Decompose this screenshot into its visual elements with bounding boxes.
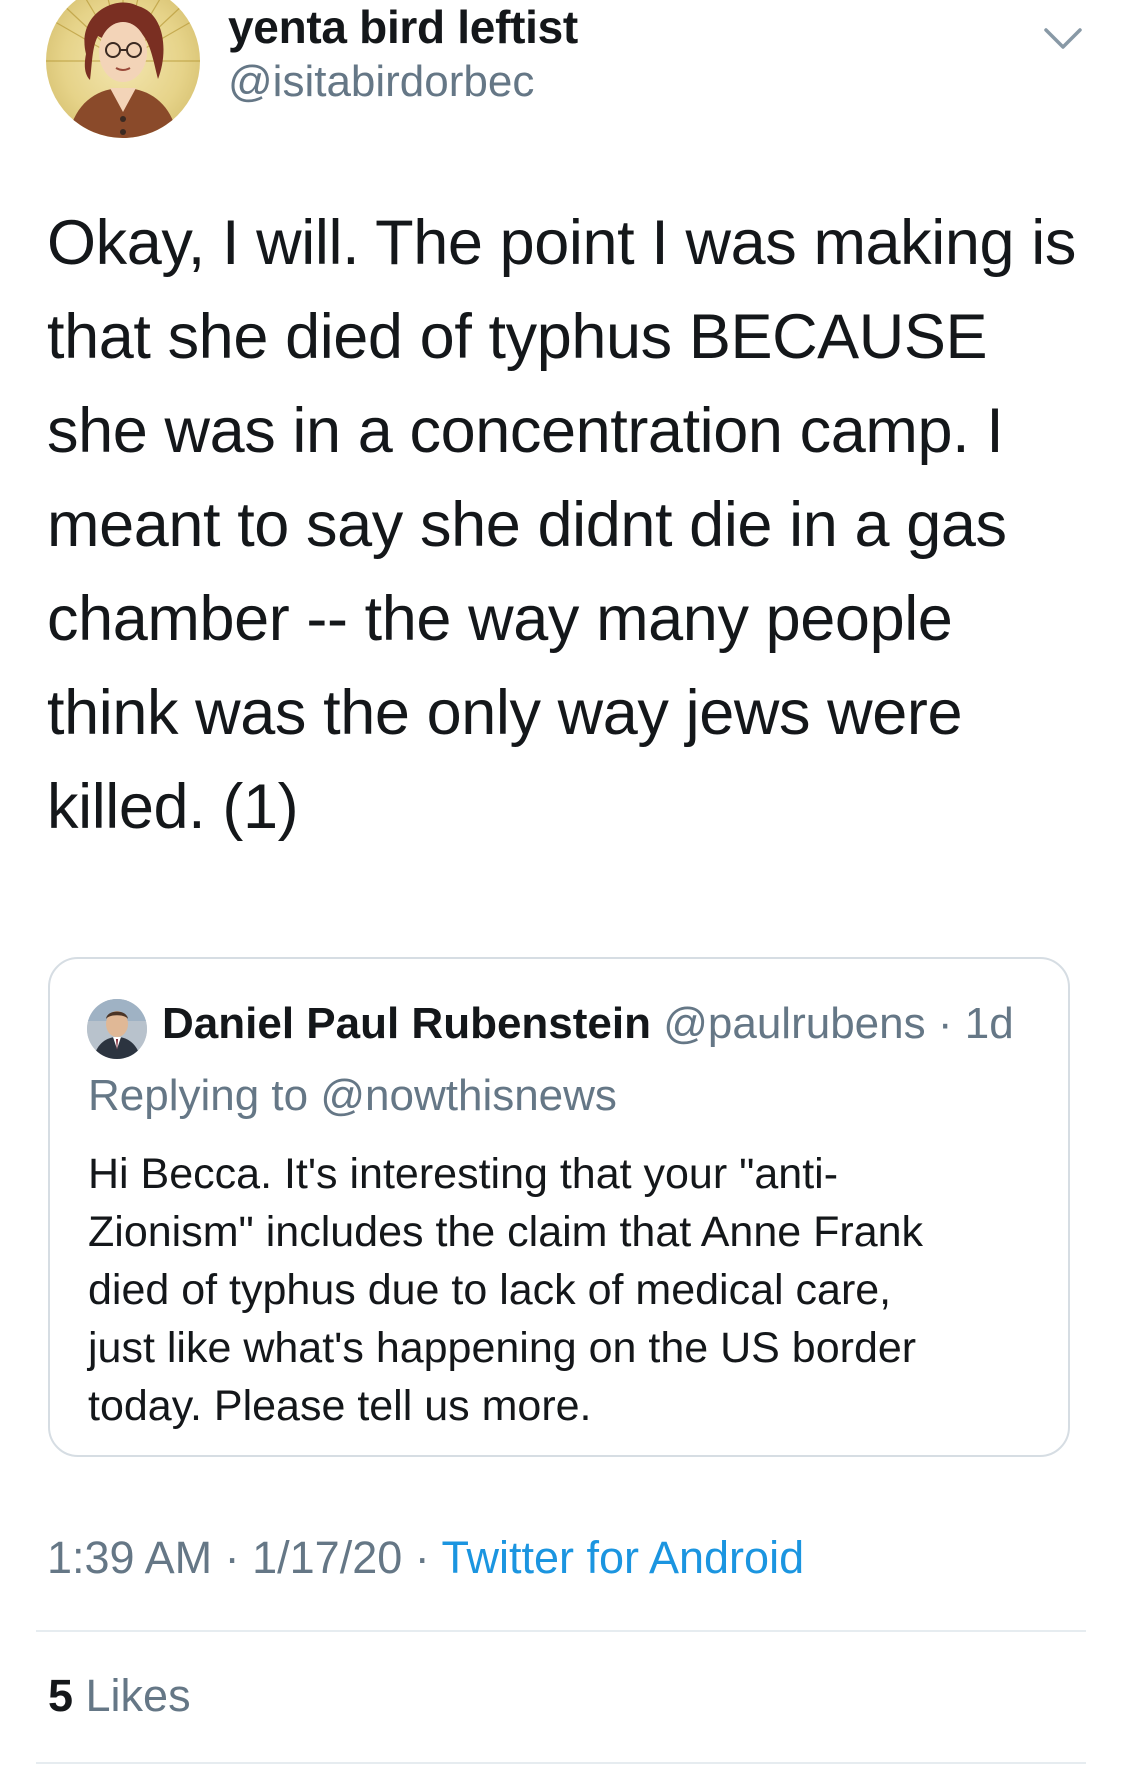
tweet-text-line: that she died of typhus BECAUSE [47, 302, 988, 372]
tweet-time: 1:39 AM [47, 1532, 213, 1583]
meta-separator: · [402, 1532, 442, 1583]
tweet-text-line: meant to say she didnt die in a gas [47, 490, 1007, 560]
replying-to-mention: @nowthisnews [320, 1071, 617, 1120]
quoted-text-line: just like what's happening on the US bor… [88, 1324, 917, 1372]
quoted-tweet-header: Daniel Paul Rubenstein @paulrubens · 1d [162, 999, 1014, 1049]
quoted-author-name: Daniel Paul Rubenstein [162, 999, 651, 1048]
likes-label: Likes [73, 1670, 191, 1721]
tweet-source-link[interactable]: Twitter for Android [441, 1532, 804, 1583]
divider [36, 1630, 1086, 1632]
quoted-text-line: Zionism" includes the claim that Anne Fr… [88, 1208, 924, 1256]
quoted-tweet-card[interactable]: Daniel Paul Rubenstein @paulrubens · 1d … [48, 957, 1070, 1457]
tweet-text: Okay, I will. The point I was making is … [47, 196, 1097, 854]
quoted-tweet-age: 1d [964, 999, 1014, 1048]
quoted-text-line: Hi Becca. It's interesting that your "an… [88, 1150, 839, 1198]
tweet-text-line: think was the only way jews were [47, 678, 963, 748]
likes-count[interactable]: 5 Likes [48, 1670, 191, 1722]
tweet-date: 1/17/20 [252, 1532, 403, 1583]
replying-to: Replying to @nowthisnews [88, 1071, 617, 1121]
quoted-author-handle: @paulrubens [663, 999, 926, 1048]
likes-number: 5 [48, 1670, 74, 1721]
tweet-text-line: chamber -- the way many people [47, 584, 953, 654]
meta-separator: · [212, 1532, 253, 1583]
quoted-text-line: today. Please tell us more. [88, 1382, 592, 1430]
author-handle[interactable]: @isitabirdorbec [228, 57, 534, 107]
author-avatar[interactable] [46, 0, 200, 138]
quoted-author-avatar [87, 999, 147, 1059]
quoted-text-line: died of typhus due to lack of medical ca… [88, 1266, 892, 1314]
quoted-tweet-text: Hi Becca. It's interesting that your "an… [88, 1145, 1048, 1435]
divider [36, 1762, 1086, 1764]
replying-to-prefix: Replying to [88, 1071, 321, 1120]
author-display-name[interactable]: yenta bird leftist [228, 0, 578, 54]
meta-separator: · [925, 999, 965, 1048]
tweet-text-line: Okay, I will. The point I was making is [47, 208, 1076, 278]
chevron-down-icon[interactable] [1040, 20, 1086, 56]
tweet-timestamp: 1:39 AM · 1/17/20 · Twitter for Android [47, 1532, 804, 1584]
tweet-text-line: killed. (1) [47, 772, 299, 842]
tweet-text-line: she was in a concentration camp. I [47, 396, 1004, 466]
tweet-detail-view: yenta bird leftist @isitabirdorbec Okay,… [0, 0, 1125, 1779]
